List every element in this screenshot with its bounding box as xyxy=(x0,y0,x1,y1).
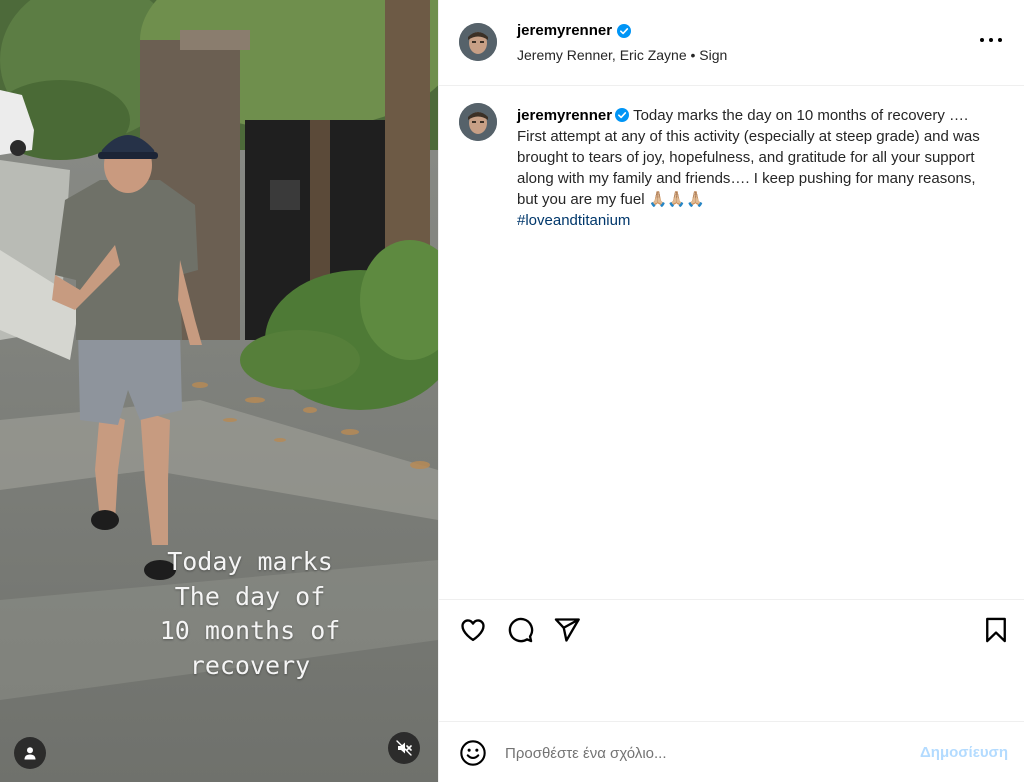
post-video[interactable]: Today marks The day of 10 months of reco… xyxy=(0,0,438,782)
avatar-image xyxy=(459,23,497,61)
video-overlay-text: Today marks The day of 10 months of reco… xyxy=(159,547,341,680)
post-comment-button[interactable]: Δημοσίευση xyxy=(920,744,1008,761)
speaker-muted-icon xyxy=(396,740,412,756)
user-icon xyxy=(24,747,36,760)
comment-bubble-icon[interactable] xyxy=(506,616,534,644)
hashtag-link[interactable]: #loveandtitanium xyxy=(517,212,630,229)
comments-section: jeremyrenner Today marks the day on 10 m… xyxy=(439,86,1024,600)
mute-toggle-button[interactable] xyxy=(388,732,420,764)
add-comment-bar: Δημοσίευση xyxy=(439,722,1024,782)
caption-author-avatar[interactable] xyxy=(459,103,497,141)
tagged-users-button[interactable] xyxy=(14,737,46,769)
verified-badge-icon xyxy=(615,108,630,122)
post-header: jeremyrenner Jeremy Renner, Eric Zayne •… xyxy=(439,0,1024,86)
more-options-icon xyxy=(980,38,984,42)
avatar-image xyxy=(459,103,497,141)
verified-badge-icon xyxy=(617,23,632,38)
more-options-button[interactable] xyxy=(980,32,1002,48)
bookmark-icon[interactable] xyxy=(982,616,1010,644)
paper-plane-icon[interactable] xyxy=(553,616,581,644)
post-caption: jeremyrenner Today marks the day on 10 m… xyxy=(517,105,997,231)
comment-input[interactable] xyxy=(505,740,885,766)
heart-icon[interactable] xyxy=(459,616,487,644)
post-actions xyxy=(439,600,1024,722)
post-side-panel: jeremyrenner Jeremy Renner, Eric Zayne •… xyxy=(438,0,1024,782)
author-avatar[interactable] xyxy=(459,23,497,61)
instagram-post: Today marks The day of 10 months of reco… xyxy=(0,0,1024,782)
author-username[interactable]: jeremyrenner xyxy=(517,22,612,39)
author-username-row: jeremyrenner xyxy=(517,22,632,39)
smiley-icon[interactable] xyxy=(459,739,487,767)
audio-attribution[interactable]: Jeremy Renner, Eric Zayne • Sign xyxy=(517,47,727,63)
caption-username[interactable]: jeremyrenner xyxy=(517,107,612,124)
